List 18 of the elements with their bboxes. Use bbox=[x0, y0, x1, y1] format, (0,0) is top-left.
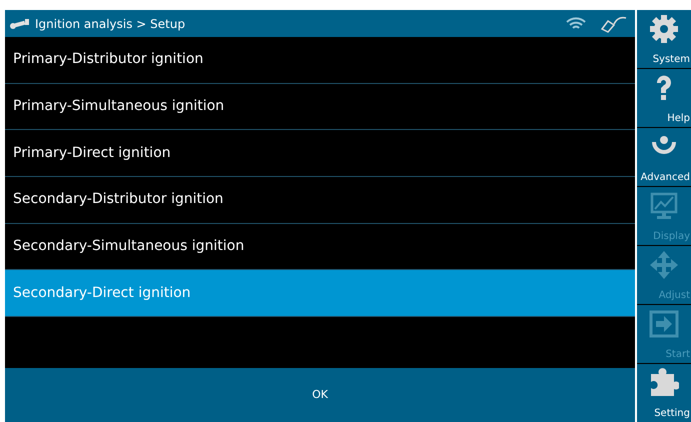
puzzle-icon bbox=[649, 368, 679, 398]
monitor-chart-icon bbox=[649, 191, 679, 221]
move-arrows-icon bbox=[649, 250, 679, 280]
sidebar-button[interactable]: Advanced bbox=[637, 128, 691, 186]
plug-cable-icon bbox=[599, 14, 627, 32]
window-title: Ignition analysis > Setup bbox=[35, 16, 186, 32]
list-item[interactable]: Primary-Distributor ignition bbox=[5, 37, 635, 84]
sidebar-button[interactable]: System bbox=[637, 10, 691, 68]
sidebar-button[interactable]: Help bbox=[637, 69, 691, 127]
list-item[interactable]: Primary-Direct ignition bbox=[5, 130, 635, 178]
ok-button[interactable]: OK bbox=[5, 368, 635, 422]
list-item[interactable]: Primary-Simultaneous ignition bbox=[5, 84, 635, 130]
sidebar-button[interactable]: Setting bbox=[637, 364, 691, 422]
list-item[interactable]: Secondary-Simultaneous ignition bbox=[5, 224, 635, 270]
spark-plug-icon bbox=[9, 18, 31, 30]
arrow-box-icon bbox=[649, 309, 679, 339]
list-item[interactable]: Secondary-Distributor ignition bbox=[5, 177, 635, 224]
gear-icon bbox=[649, 14, 679, 44]
